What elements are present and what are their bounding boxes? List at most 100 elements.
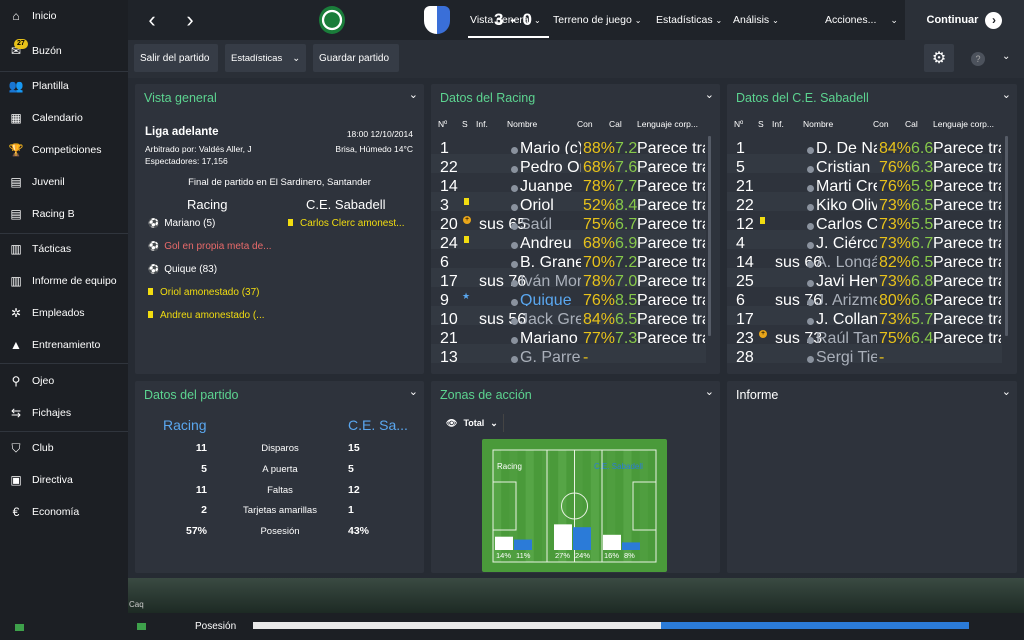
continue-label: Continuar: [926, 14, 979, 26]
nav-item-fichajes[interactable]: ⇆ Fichajes: [0, 398, 128, 428]
info-icon: [511, 185, 518, 192]
scrollbar[interactable]: [708, 136, 711, 336]
save-match-button[interactable]: Guardar partido: [313, 44, 399, 72]
info-icon: [807, 242, 814, 249]
stat-away-value: 5: [348, 462, 354, 475]
player-condition: -: [583, 349, 589, 366]
chevron-down-icon[interactable]: ⌄: [409, 385, 418, 398]
player-name[interactable]: Sergi Tienda: [807, 349, 877, 367]
table-row[interactable]: 17J. Collantes73%5.7Parece tranquilo: [727, 306, 1002, 328]
table-row[interactable]: 22Kiko Olivas73%6.5Parece tranquilo: [727, 192, 1002, 214]
nav-item-buzon[interactable]: ✉ 27 Buzón: [0, 36, 128, 66]
stats-dropdown[interactable]: Estadísticas ⌄: [225, 44, 306, 72]
table-row[interactable]: 25Javi Hervás73%6.8Parece tranquilo: [727, 268, 1002, 290]
match-stats-panel: Datos del partido ⌄ Racing C.E. Sa... 11…: [135, 381, 424, 573]
table-row[interactable]: 12Carlos Clerc73%5.5Parece tranquilo: [727, 211, 1002, 233]
nav-label: Empleados: [32, 307, 85, 319]
actions-label: Acciones...: [825, 14, 877, 26]
info-icon: [511, 261, 518, 268]
player-name[interactable]: G. Parreño: [511, 349, 581, 367]
chevron-down-icon[interactable]: ⌄: [1002, 51, 1010, 62]
event-text: Oriol amonestado (37): [160, 287, 260, 298]
continue-button[interactable]: Continuar ›: [905, 0, 1024, 40]
calendar-icon: ▦: [10, 111, 22, 125]
stat-home-value: 2: [201, 504, 207, 517]
table-row[interactable]: 24Andreu68%6.9Parece tranquilo: [431, 230, 706, 252]
nav-item-inicio[interactable]: ⌂ Inicio: [0, 1, 128, 31]
chevron-down-icon[interactable]: ⌄: [1002, 385, 1011, 398]
youth-icon: ▤: [10, 175, 22, 189]
info-icon: [807, 318, 814, 325]
forward-arrow-icon[interactable]: ›: [175, 5, 205, 35]
table-row[interactable]: 21Marti Crespi76%5.9Parece tranquilo: [727, 173, 1002, 195]
tab-estadisticas[interactable]: Estadísticas ⌄: [656, 14, 722, 26]
table-row[interactable]: 22Pedro Orfila68%7.6Parece tranquilo: [431, 154, 706, 176]
nav-item-calendario[interactable]: ▦ Calendario: [0, 103, 128, 133]
info-icon: [511, 318, 518, 325]
table-row[interactable]: 20+sus 65Saúl75%6.7Parece tranquilo: [431, 211, 706, 233]
eye-icon: 👁: [446, 417, 458, 428]
table-row[interactable]: 4J. Ciércoles73%6.7Parece tranquilo: [727, 230, 1002, 252]
nav-item-competiciones[interactable]: 🏆 Competiciones: [0, 135, 128, 165]
table-row[interactable]: 6B. Granero70%7.2Parece tranquilo: [431, 249, 706, 271]
finance-icon: €: [12, 505, 20, 519]
stat-away-value: 43%: [348, 525, 370, 538]
nav-label: Plantilla: [32, 80, 69, 92]
chevron-down-icon: ⌄: [292, 52, 301, 64]
table-row[interactable]: 1Mario (c)88%7.2Parece tranquilo: [431, 135, 706, 157]
yellow-card-icon: [464, 236, 469, 243]
nav-item-directiva[interactable]: ▣ Directiva: [0, 465, 128, 495]
info-icon: [511, 299, 518, 306]
back-arrow-icon[interactable]: ‹: [137, 5, 167, 35]
col-body: Lenguaje corp...: [637, 119, 698, 129]
table-row[interactable]: 21Mariano77%7.3Parece tranquilo: [431, 325, 706, 347]
tab-analisis[interactable]: Análisis ⌄: [733, 14, 779, 26]
chevron-down-icon[interactable]: ⌄: [409, 88, 418, 101]
nav-item-ojeo[interactable]: ⚲ Ojeo: [0, 366, 128, 396]
nav-item-juvenil[interactable]: ▤ Juvenil: [0, 167, 128, 197]
zone-filter-dropdown[interactable]: 👁 Total ⌄: [438, 414, 504, 432]
table-row[interactable]: 13 G. Parreño-: [431, 344, 706, 366]
ball-icon: ⚽: [148, 264, 160, 274]
table-row[interactable]: 1D. De Navas84%6.6Parece tranquilo: [727, 135, 1002, 157]
table-row[interactable]: 14sus 66A. Longás82%6.5Parece tranquilo: [727, 249, 1002, 271]
nav-item-economia[interactable]: € Economía: [0, 497, 128, 527]
nav-item-empleados[interactable]: ✲ Empleados: [0, 298, 128, 328]
pitch-stripe: [541, 450, 551, 562]
nav-item-racing-b[interactable]: ▤ Racing B: [0, 199, 128, 229]
away-zone-bar: [622, 542, 640, 550]
table-row[interactable]: 10sus 56Jack Grealish84%6.5Parece tranqu…: [431, 306, 706, 328]
chevron-down-icon[interactable]: ⌄: [1002, 88, 1011, 101]
chevron-down-icon[interactable]: ⌄: [705, 385, 714, 398]
table-row[interactable]: 17sus 76Iván Moreno78%7.0Parece tranquil…: [431, 268, 706, 290]
col-con: Con: [577, 119, 593, 129]
nav-item-entrenamiento[interactable]: ▲ Entrenamiento: [0, 330, 128, 360]
help-icon[interactable]: ?: [971, 52, 985, 66]
col-inf: Inf.: [476, 119, 488, 129]
nav-item-plantilla[interactable]: 👥 Plantilla: [0, 71, 128, 101]
info-icon: [511, 147, 518, 154]
status-icon: [137, 623, 146, 630]
scrollbar[interactable]: [1005, 136, 1008, 336]
table-row[interactable]: 23+sus 73Raúl Tamudo75%6.4Parece tranqui…: [727, 325, 1002, 347]
nav-item-tacticas[interactable]: ▥ Tácticas: [0, 234, 128, 264]
tab-label: Vista general: [470, 14, 532, 26]
settings-gear-icon[interactable]: ⚙: [924, 44, 954, 72]
tab-terreno[interactable]: Terreno de juego ⌄: [553, 14, 641, 26]
top-bar: ‹ › 3 - 0 Vista general ⌄ Terreno de jue…: [128, 0, 1024, 40]
exit-match-button[interactable]: Salir del partido: [134, 44, 218, 72]
table-row[interactable]: 5Cristian76%6.3Parece tranquilo: [727, 154, 1002, 176]
result-text: Final de partido en El Sardinero, Santan…: [188, 177, 371, 188]
nav-item-club[interactable]: ⛉ Club: [0, 433, 128, 463]
table-row[interactable]: 28 Sergi Tienda-: [727, 344, 1002, 366]
panel-title: Zonas de acción: [440, 388, 532, 402]
chevron-down-icon[interactable]: ⌄: [705, 88, 714, 101]
tab-vista-general[interactable]: Vista general ⌄: [468, 14, 549, 38]
nav-item-informe[interactable]: ▥ Informe de equipo: [0, 266, 128, 296]
table-row[interactable]: 9★Quique76%8.5Parece tranquilo: [431, 287, 706, 309]
event-text: Mariano (5): [164, 218, 216, 229]
actions-menu[interactable]: Acciones... ⌄: [825, 14, 898, 26]
table-row[interactable]: 6sus 76J. Arizmendi80%6.6Parece tranquil…: [727, 287, 1002, 309]
table-row[interactable]: 14Juanpe78%7.7Parece tranquilo: [431, 173, 706, 195]
table-row[interactable]: 3Oriol52%8.4Parece tranquilo: [431, 192, 706, 214]
